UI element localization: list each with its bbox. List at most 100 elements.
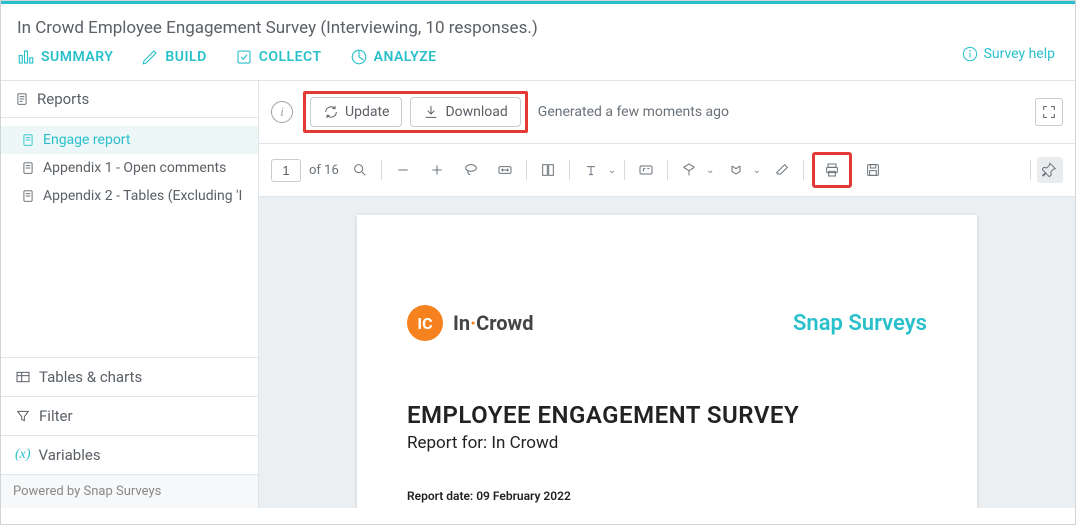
save-icon: [865, 162, 881, 178]
action-bar: i Update Download Generated a few moment…: [259, 81, 1075, 144]
powered-by: Powered by Snap Surveys: [1, 474, 258, 508]
eraser-button[interactable]: [769, 157, 795, 183]
info-icon: [962, 46, 978, 62]
main-nav: SUMMARY BUILD COLLECT ANALYZE Survey hel…: [1, 48, 1075, 81]
snap-surveys-logo: Snap Surveys: [793, 311, 927, 336]
download-button[interactable]: Download: [410, 97, 520, 127]
survey-help-label: Survey help: [984, 46, 1055, 62]
document-heading: EMPLOYEE ENGAGEMENT SURVEY: [407, 401, 927, 429]
eraser-icon: [774, 162, 790, 178]
collect-icon: [235, 48, 253, 66]
search-button[interactable]: [347, 157, 373, 183]
report-item-label: Appendix 2 - Tables (Excluding 'I: [43, 188, 242, 204]
tab-collect-label: COLLECT: [259, 49, 322, 65]
sidebar-filter[interactable]: Filter: [1, 396, 258, 435]
tab-collect[interactable]: COLLECT: [235, 48, 322, 66]
textbox-icon: [637, 162, 655, 178]
update-label: Update: [345, 104, 389, 120]
zoom-in-button[interactable]: [424, 157, 450, 183]
incrowd-text: In·Crowd: [453, 311, 533, 335]
variables-icon: (x): [15, 447, 31, 463]
sidebar-variables[interactable]: (x) Variables: [1, 435, 258, 474]
reports-header-label: Reports: [37, 90, 89, 108]
textbox-button[interactable]: [633, 157, 659, 183]
fullscreen-button[interactable]: [1035, 98, 1063, 126]
separator: [569, 160, 570, 180]
incrowd-logo: IC In·Crowd: [407, 305, 533, 341]
pencil-icon: [141, 48, 159, 66]
download-icon: [423, 104, 439, 120]
tab-analyze-label: ANALYZE: [374, 49, 437, 65]
summary-icon: [17, 48, 35, 66]
report-item-engage[interactable]: Engage report: [1, 126, 258, 154]
update-button[interactable]: Update: [310, 97, 402, 127]
fit-width-button[interactable]: [492, 157, 518, 183]
filter-icon: [15, 408, 31, 424]
page-number-input[interactable]: [271, 159, 301, 182]
print-button[interactable]: [819, 157, 845, 183]
reports-header[interactable]: Reports: [1, 81, 258, 118]
sidebar-tables-charts[interactable]: Tables & charts: [1, 357, 258, 396]
save-button[interactable]: [860, 157, 886, 183]
tab-build[interactable]: BUILD: [141, 48, 206, 66]
search-icon: [352, 162, 368, 178]
document-subheading: Report for: In Crowd: [407, 433, 927, 453]
tab-build-label: BUILD: [165, 49, 206, 65]
separator: [381, 160, 382, 180]
separator: [803, 160, 804, 180]
chevron-down-icon[interactable]: ⌄: [608, 165, 616, 176]
document-icon: [15, 92, 29, 106]
report-item-appendix2[interactable]: Appendix 2 - Tables (Excluding 'I: [1, 182, 258, 210]
logo-row: IC In·Crowd Snap Surveys: [407, 305, 927, 341]
survey-help-link[interactable]: Survey help: [962, 46, 1055, 62]
sidebar-section-label: Filter: [39, 407, 73, 425]
generated-text: Generated a few moments ago: [538, 104, 729, 120]
tab-summary-label: SUMMARY: [41, 49, 113, 65]
page-total: of 16: [309, 163, 339, 178]
fit-width-icon: [496, 162, 514, 178]
page-title: In Crowd Employee Engagement Survey (Int…: [1, 4, 1075, 48]
sidebar-section-label: Tables & charts: [39, 368, 142, 386]
lasso-button[interactable]: [458, 157, 484, 183]
text-tool-button[interactable]: [578, 157, 604, 183]
download-label: Download: [445, 104, 507, 120]
report-icon: [21, 133, 35, 147]
marker-button[interactable]: [723, 157, 749, 183]
document-preview[interactable]: IC In·Crowd Snap Surveys EMPLOYEE ENGAGE…: [259, 197, 1075, 508]
content-area: i Update Download Generated a few moment…: [259, 81, 1075, 508]
separator: [667, 160, 668, 180]
tab-analyze[interactable]: ANALYZE: [350, 48, 437, 66]
highlight-button[interactable]: [676, 157, 702, 183]
text-icon: [583, 162, 599, 178]
document-page: IC In·Crowd Snap Surveys EMPLOYEE ENGAGE…: [357, 215, 977, 508]
chevron-down-icon[interactable]: ⌄: [753, 165, 761, 176]
pin-button[interactable]: [1037, 157, 1063, 183]
report-item-label: Appendix 1 - Open comments: [43, 160, 226, 176]
info-button[interactable]: i: [271, 101, 293, 123]
refresh-icon: [323, 104, 339, 120]
separator: [1030, 160, 1031, 180]
pdf-toolbar: of 16 ⌄ ⌄ ⌄: [259, 144, 1075, 197]
analyze-icon: [350, 48, 368, 66]
chevron-down-icon[interactable]: ⌄: [706, 165, 714, 176]
table-icon: [15, 369, 31, 385]
tab-summary[interactable]: SUMMARY: [17, 48, 113, 66]
lasso-icon: [463, 162, 479, 178]
workspace: Reports Engage report Appendix 1 - Open …: [1, 81, 1075, 508]
ic-badge: IC: [407, 305, 443, 341]
report-item-appendix1[interactable]: Appendix 1 - Open comments: [1, 154, 258, 182]
zoom-out-button[interactable]: [390, 157, 416, 183]
report-icon: [21, 189, 35, 203]
fullscreen-icon: [1041, 104, 1057, 120]
pin-icon: [1042, 162, 1058, 178]
separator: [624, 160, 625, 180]
report-item-label: Engage report: [43, 132, 130, 148]
layout-icon: [540, 162, 556, 178]
page-layout-button[interactable]: [535, 157, 561, 183]
minus-icon: [395, 162, 411, 178]
highlight-print: [812, 152, 852, 188]
plus-icon: [429, 162, 445, 178]
reports-list: Engage report Appendix 1 - Open comments…: [1, 118, 258, 357]
sidebar: Reports Engage report Appendix 1 - Open …: [1, 81, 259, 508]
sidebar-section-label: Variables: [39, 446, 101, 464]
